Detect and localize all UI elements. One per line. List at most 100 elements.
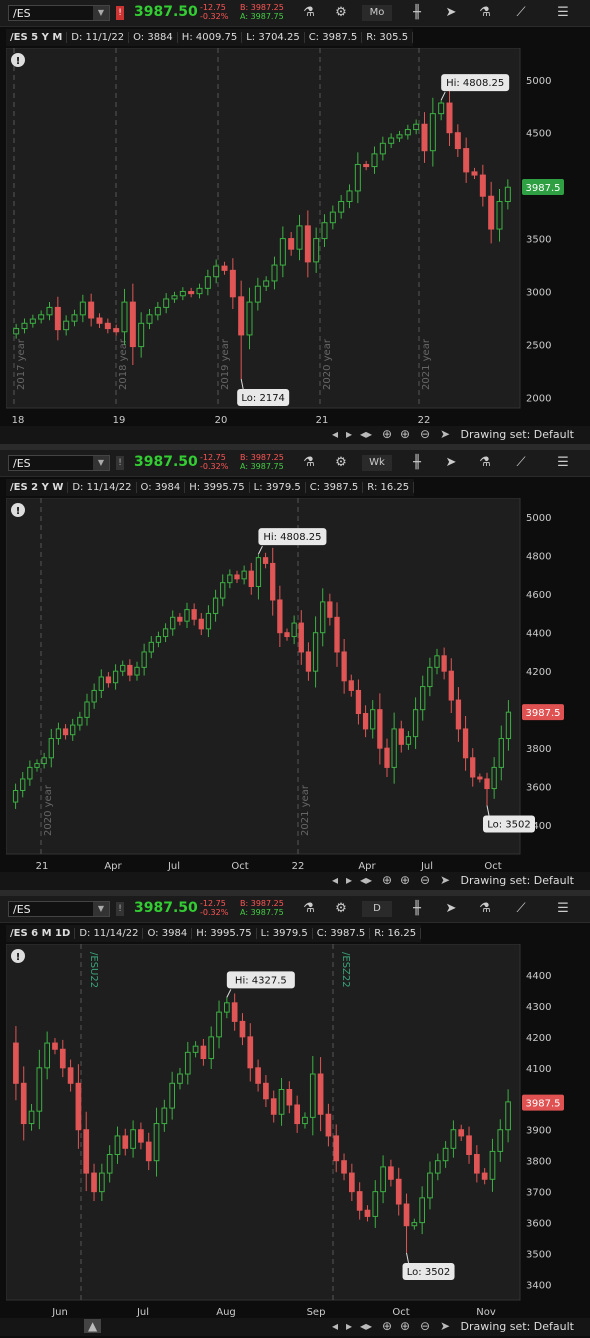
candle-body bbox=[54, 306, 61, 331]
crosshair-icon[interactable]: ⊕ bbox=[382, 873, 392, 887]
candle-body bbox=[12, 789, 19, 803]
chevron-down-icon[interactable]: ▼ bbox=[93, 456, 109, 470]
drawing-tools-icon[interactable]: ⟋ bbox=[512, 454, 530, 472]
expand-panel-icon[interactable]: ▲ bbox=[84, 1319, 102, 1333]
candle-body bbox=[146, 314, 153, 324]
candle-body bbox=[138, 1129, 144, 1143]
candle-body bbox=[241, 570, 247, 580]
candle-body bbox=[304, 225, 311, 263]
expand-icon[interactable]: ◂▸ bbox=[360, 1319, 372, 1333]
info-open: O: 3984 bbox=[143, 928, 193, 939]
cursor-icon[interactable]: ➤ bbox=[442, 4, 460, 22]
menu-icon[interactable]: ☰ bbox=[554, 900, 572, 918]
bid-ask: B: 3987.25 A: 3987.75 bbox=[240, 899, 284, 917]
candle-body bbox=[346, 190, 353, 203]
menu-icon[interactable]: ☰ bbox=[554, 4, 572, 22]
y-tick-label: 4600 bbox=[526, 590, 551, 601]
price-chart[interactable]: /ESU22/ESZ223400350036003700380039004000… bbox=[6, 944, 584, 1318]
alert-icon[interactable]: ! bbox=[116, 6, 124, 20]
candle-body bbox=[106, 1154, 113, 1174]
zoom-in-icon[interactable]: ⊕ bbox=[400, 1319, 410, 1333]
bid-ask: B: 3987.25 A: 3987.75 bbox=[240, 453, 284, 471]
zoom-out-icon[interactable]: ⊖ bbox=[420, 427, 430, 441]
drawing-set-label[interactable]: Drawing set: Default bbox=[461, 1320, 574, 1333]
cursor-icon[interactable]: ➤ bbox=[442, 900, 460, 918]
candle-body bbox=[84, 701, 90, 718]
flask-icon[interactable]: ⚗ bbox=[300, 454, 318, 472]
gear-icon[interactable]: ⚙ bbox=[332, 4, 350, 22]
candle-body bbox=[333, 1135, 340, 1162]
scroll-right-icon[interactable]: ▸ bbox=[346, 427, 352, 441]
x-tick-label: Jun bbox=[51, 1307, 68, 1318]
zoom-in-icon[interactable]: ⊕ bbox=[400, 873, 410, 887]
candle-body bbox=[247, 1036, 254, 1069]
chart-panel-1: /ES ▼ ! 3987.50 -12.75 -0.32% B: 3987.25 A:… bbox=[0, 0, 590, 444]
candle-body bbox=[238, 296, 245, 336]
symbol-selector[interactable]: /ES ▼ bbox=[8, 5, 110, 21]
candle-body bbox=[52, 1042, 58, 1050]
aggregation-selector[interactable]: Wk bbox=[362, 455, 392, 471]
pointer-icon[interactable]: ➤ bbox=[440, 873, 450, 887]
candle-body bbox=[114, 1135, 121, 1156]
aggregation-selector[interactable]: Mo bbox=[362, 5, 392, 21]
scroll-left-icon[interactable]: ◂ bbox=[332, 873, 338, 887]
pointer-icon[interactable]: ➤ bbox=[440, 1319, 450, 1333]
price-chart[interactable]: 2020 year2021 year3400360038004000420044… bbox=[6, 498, 584, 872]
menu-icon[interactable]: ☰ bbox=[554, 454, 572, 472]
flask-icon[interactable]: ⚗ bbox=[300, 4, 318, 22]
scroll-left-icon[interactable]: ◂ bbox=[332, 427, 338, 441]
studies-icon[interactable]: ⚗ bbox=[476, 4, 494, 22]
scroll-right-icon[interactable]: ▸ bbox=[346, 1319, 352, 1333]
candlestick-style-icon[interactable]: ╫ bbox=[408, 454, 426, 472]
gear-icon[interactable]: ⚙ bbox=[332, 454, 350, 472]
chevron-down-icon[interactable]: ▼ bbox=[93, 6, 109, 20]
chevron-down-icon[interactable]: ▼ bbox=[93, 902, 109, 916]
cursor-icon[interactable]: ➤ bbox=[442, 454, 460, 472]
gear-icon[interactable]: ⚙ bbox=[332, 900, 350, 918]
studies-icon[interactable]: ⚗ bbox=[476, 454, 494, 472]
candle-body bbox=[79, 301, 86, 316]
crosshair-icon[interactable]: ⊕ bbox=[382, 1319, 392, 1333]
drawing-set-label[interactable]: Drawing set: Default bbox=[461, 428, 574, 441]
candle-body bbox=[505, 711, 512, 740]
crosshair-icon[interactable]: ⊕ bbox=[382, 427, 392, 441]
info-range: R: 16.25 bbox=[370, 928, 422, 939]
candle-body bbox=[270, 1098, 277, 1115]
zoom-out-icon[interactable]: ⊖ bbox=[420, 873, 430, 887]
scroll-right-icon[interactable]: ▸ bbox=[346, 873, 352, 887]
candle-body bbox=[239, 1020, 246, 1038]
ask-value: A: 3987.75 bbox=[240, 462, 284, 471]
candlestick-style-icon[interactable]: ╫ bbox=[408, 4, 426, 22]
alert-icon[interactable]: ! bbox=[116, 902, 124, 916]
zoom-in-icon[interactable]: ⊕ bbox=[400, 427, 410, 441]
candle-body bbox=[286, 1088, 293, 1106]
zoom-out-icon[interactable]: ⊖ bbox=[420, 1319, 430, 1333]
drawing-set-label[interactable]: Drawing set: Default bbox=[461, 874, 574, 887]
price-chart[interactable]: 2017 year 2018 year 2019 year 2020 year 2021… bbox=[6, 48, 584, 428]
pointer-icon[interactable]: ➤ bbox=[440, 427, 450, 441]
info-low: L: 3979.5 bbox=[249, 482, 306, 493]
candle-body bbox=[130, 1129, 136, 1149]
candlestick-style-icon[interactable]: ╫ bbox=[408, 900, 426, 918]
symbol-selector[interactable]: /ES ▼ bbox=[8, 901, 110, 917]
candle-body bbox=[224, 1002, 230, 1013]
candle-body bbox=[231, 1002, 238, 1022]
expand-icon[interactable]: ◂▸ bbox=[360, 873, 372, 887]
drawing-tools-icon[interactable]: ⟋ bbox=[512, 900, 530, 918]
aggregation-selector[interactable]: D bbox=[362, 901, 392, 917]
info-alert-glyph: ! bbox=[16, 952, 21, 963]
candle-body bbox=[320, 601, 326, 634]
alert-icon[interactable]: ! bbox=[116, 456, 124, 470]
expand-icon[interactable]: ◂▸ bbox=[360, 427, 372, 441]
candle-body bbox=[278, 1088, 285, 1115]
scroll-left-icon[interactable]: ◂ bbox=[332, 1319, 338, 1333]
candle-body bbox=[62, 728, 69, 736]
candle-body bbox=[327, 601, 333, 618]
lo-label: Lo: 2174 bbox=[241, 393, 285, 404]
flask-icon[interactable]: ⚗ bbox=[300, 900, 318, 918]
candle-body bbox=[263, 1082, 269, 1100]
period-label: 2020 year bbox=[322, 338, 333, 390]
studies-icon[interactable]: ⚗ bbox=[476, 900, 494, 918]
symbol-selector[interactable]: /ES ▼ bbox=[8, 455, 110, 471]
drawing-tools-icon[interactable]: ⟋ bbox=[512, 4, 530, 22]
